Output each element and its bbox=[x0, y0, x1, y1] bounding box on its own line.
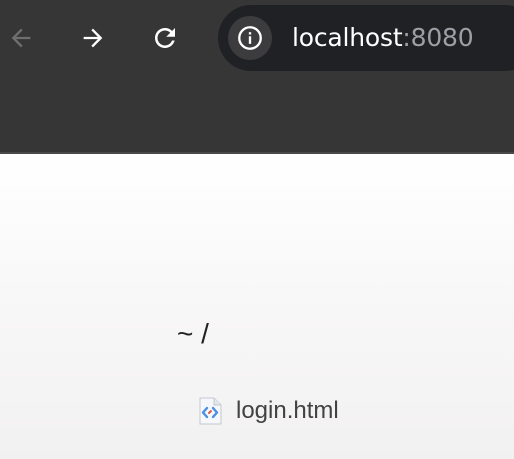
url-host: localhost bbox=[292, 23, 403, 52]
arrow-right-icon bbox=[83, 28, 103, 48]
back-button[interactable] bbox=[1, 18, 41, 58]
address-bar[interactable]: localhost:8080 bbox=[218, 5, 514, 71]
site-info-button[interactable] bbox=[228, 16, 272, 60]
page-title: ~ / bbox=[177, 318, 209, 349]
url-port: :8080 bbox=[402, 23, 474, 52]
url-text[interactable]: localhost:8080 bbox=[292, 20, 474, 56]
reload-button[interactable] bbox=[145, 18, 185, 58]
arrow-left-icon bbox=[11, 28, 31, 48]
info-icon bbox=[238, 26, 262, 50]
html-file-icon bbox=[199, 397, 222, 425]
reload-icon bbox=[155, 28, 175, 48]
browser-toolbar: localhost:8080 bbox=[0, 0, 514, 152]
file-link-login-html[interactable]: login.html bbox=[197, 396, 339, 426]
file-name: login.html bbox=[236, 397, 339, 424]
forward-button[interactable] bbox=[73, 18, 113, 58]
page-content: ~ / login.html bbox=[0, 154, 514, 459]
